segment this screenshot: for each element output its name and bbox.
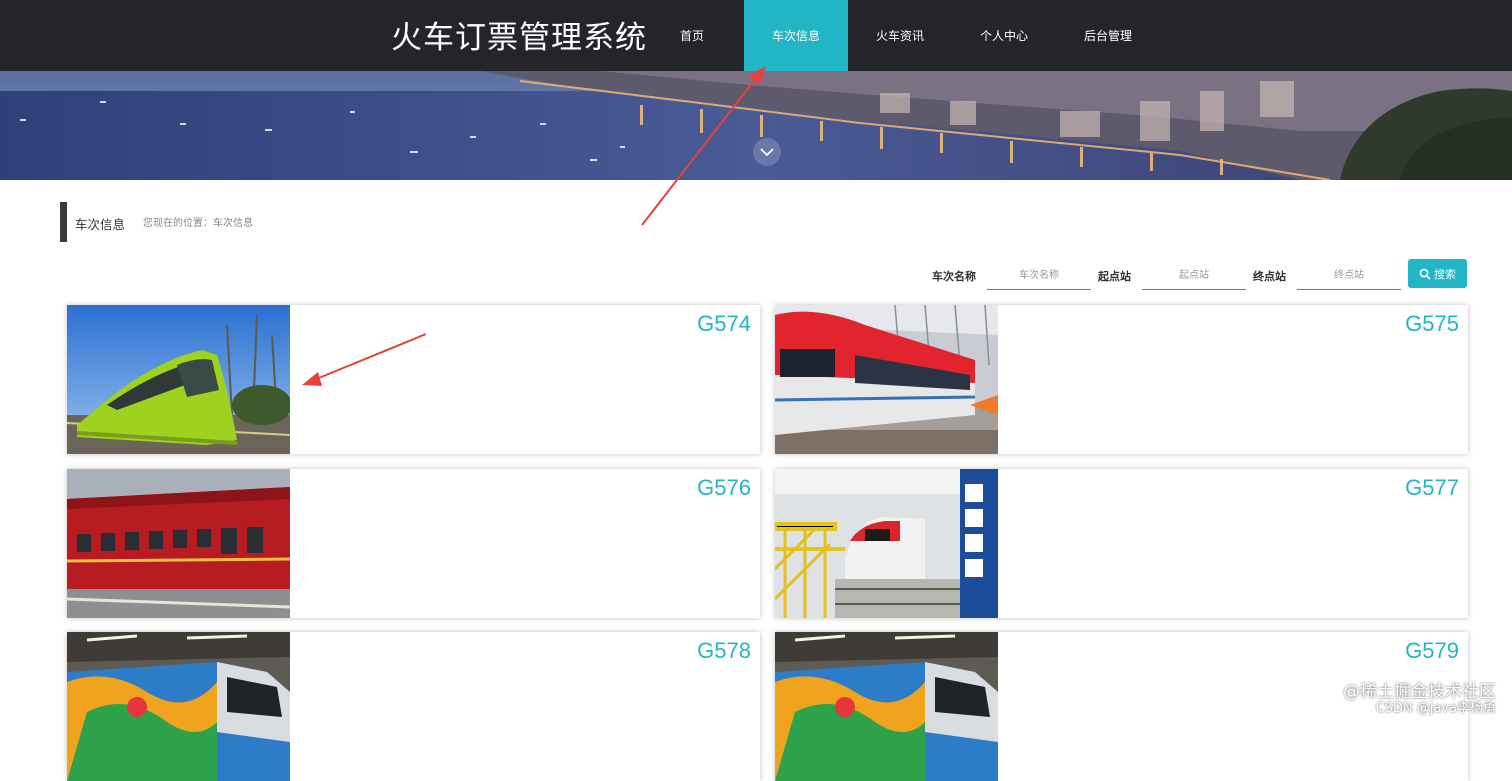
- hero-banner: [0, 71, 1512, 180]
- search-button[interactable]: 搜索: [1408, 259, 1467, 288]
- end-station-label: 终点站: [1253, 270, 1286, 283]
- train-card[interactable]: G579: [775, 632, 1468, 781]
- train-card[interactable]: G577: [775, 469, 1468, 618]
- nav-item-label: 火车资讯: [875, 29, 924, 43]
- train-card[interactable]: G575: [775, 305, 1468, 454]
- scroll-down-button[interactable]: [753, 138, 781, 166]
- nav-item-label: 车次信息: [771, 29, 820, 43]
- nav-item-train-news[interactable]: 火车资讯: [848, 0, 952, 71]
- train-photo: [775, 305, 998, 454]
- train-photo: [775, 469, 998, 618]
- train-number: G578: [697, 638, 751, 663]
- start-station-input[interactable]: [1142, 261, 1246, 290]
- section-header: 车次信息 您现在的位置：车次信息: [60, 202, 460, 242]
- train-number: G575: [1405, 311, 1459, 336]
- nav-item-user-center[interactable]: 个人中心: [952, 0, 1056, 71]
- train-name-label: 车次名称: [932, 270, 976, 283]
- nav-item-label: 个人中心: [979, 29, 1028, 43]
- train-card[interactable]: G574: [67, 305, 760, 454]
- top-nav: 火车订票管理系统 首页 车次信息 火车资讯 个人中心 后台管理: [0, 0, 1512, 71]
- watermark: CSDN @java李杨勇: [1375, 701, 1496, 716]
- end-station-input[interactable]: [1297, 261, 1401, 290]
- search-icon: [1419, 268, 1431, 280]
- nav-item-label: 后台管理: [1083, 29, 1132, 43]
- train-name-input[interactable]: [987, 261, 1091, 290]
- train-photo: [67, 632, 290, 781]
- train-card[interactable]: G578: [67, 632, 760, 781]
- start-station-label: 起点站: [1098, 270, 1131, 283]
- train-number: G574: [697, 311, 751, 336]
- section-title: 车次信息: [75, 217, 126, 232]
- train-number: G576: [697, 475, 751, 500]
- nav-item-train-info[interactable]: 车次信息: [744, 0, 848, 71]
- nav-item-label: 首页: [679, 29, 704, 43]
- train-number: G577: [1405, 475, 1459, 500]
- train-photo: [775, 632, 998, 781]
- site-title[interactable]: 火车订票管理系统: [391, 12, 647, 57]
- nav-item-home[interactable]: 首页: [640, 0, 744, 71]
- search-button-label: 搜索: [1434, 267, 1456, 281]
- nav-item-admin[interactable]: 后台管理: [1056, 0, 1160, 71]
- breadcrumb: 您现在的位置：车次信息: [143, 218, 253, 229]
- harbor-photo: [0, 71, 1512, 180]
- section-accent-bar: [60, 202, 67, 242]
- train-photo: [67, 469, 290, 618]
- train-photo: [67, 305, 290, 454]
- main-nav: 首页 车次信息 火车资讯 个人中心 后台管理: [640, 0, 1160, 71]
- chevron-down-icon: [760, 148, 774, 157]
- train-card[interactable]: G576: [67, 469, 760, 618]
- train-number: G579: [1405, 638, 1459, 663]
